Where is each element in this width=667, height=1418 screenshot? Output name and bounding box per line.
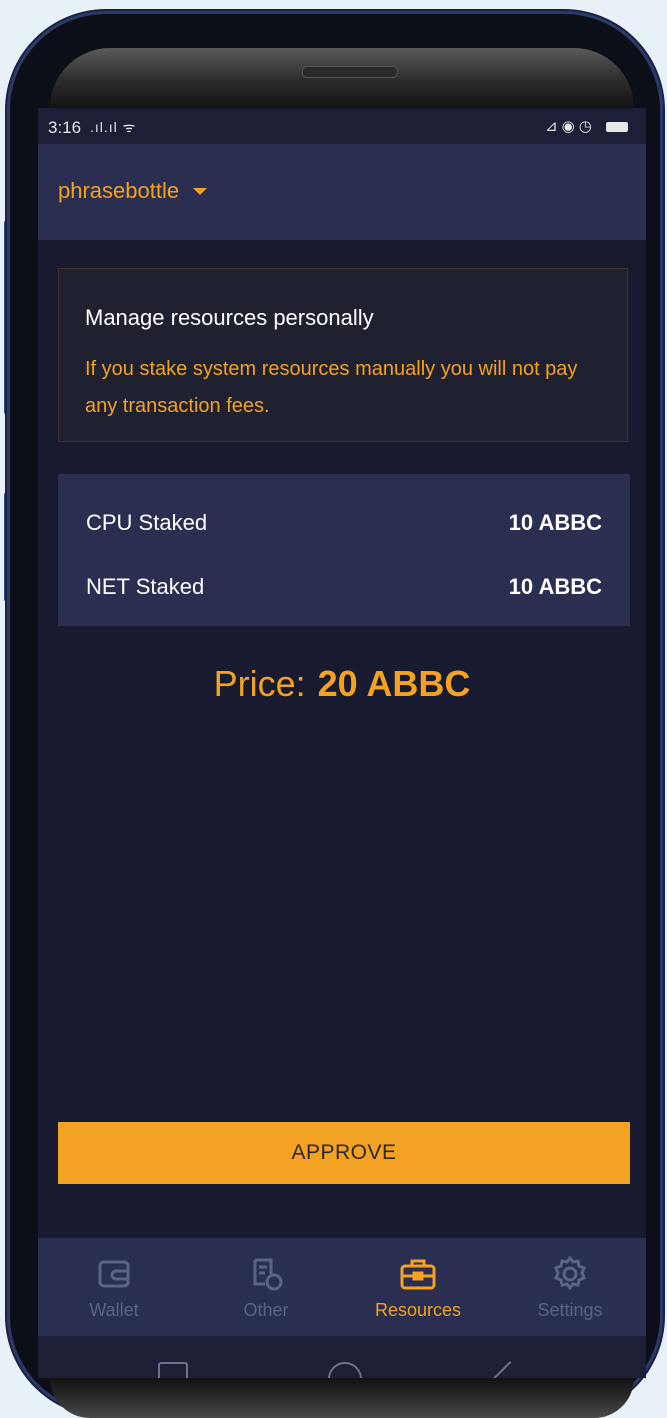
briefcase-icon bbox=[400, 1259, 436, 1290]
app-header: phrasebottle bbox=[38, 144, 646, 240]
recents-icon[interactable] bbox=[158, 1362, 188, 1378]
price-display: Price: 20 ABBC bbox=[38, 663, 646, 705]
stake-card: CPU Staked 10 ABBC NET Staked 10 ABBC bbox=[58, 474, 630, 626]
tab-label: Wallet bbox=[89, 1300, 139, 1320]
screen: 3:16 .ıl.ıl ᯤ ⊿◉◷ phrasebottle Manage re… bbox=[38, 108, 646, 1378]
status-icons: ⊿◉◷ bbox=[545, 117, 628, 135]
bottom-tab-bar: Wallet Other Resources Settings bbox=[38, 1238, 646, 1336]
speaker-grille bbox=[302, 66, 398, 78]
info-description: If you stake system resources manually y… bbox=[85, 358, 578, 417]
bottom-bezel bbox=[50, 1378, 634, 1418]
tab-resources[interactable]: Resources bbox=[342, 1238, 494, 1336]
tab-label: Resources bbox=[374, 1300, 462, 1320]
status-indicator-icons: ⊿◉◷ bbox=[545, 118, 596, 135]
account-name: phrasebottle bbox=[58, 178, 180, 203]
stake-label: NET Staked bbox=[86, 574, 205, 599]
chevron-down-icon bbox=[193, 187, 208, 195]
system-nav-bar bbox=[38, 1336, 646, 1378]
tab-other[interactable]: Other bbox=[190, 1238, 342, 1336]
status-bar: 3:16 .ıl.ıl ᯤ ⊿◉◷ bbox=[38, 108, 646, 144]
top-bezel bbox=[50, 48, 634, 108]
price-amount: 20 ABBC bbox=[317, 663, 471, 704]
account-selector[interactable]: phrasebottle bbox=[58, 178, 208, 204]
battery-icon bbox=[606, 122, 628, 133]
stake-label: CPU Staked bbox=[86, 510, 208, 535]
price-label: Price: bbox=[213, 663, 306, 704]
info-title: Manage resources personally bbox=[85, 305, 374, 330]
stake-row-net: NET Staked 10 ABBC bbox=[86, 574, 602, 600]
back-icon[interactable] bbox=[493, 1361, 527, 1378]
info-card: Manage resources personally If you stake… bbox=[58, 268, 628, 442]
approve-button[interactable]: APPROVE bbox=[58, 1122, 630, 1184]
other-icon bbox=[253, 1258, 283, 1291]
tab-settings[interactable]: Settings bbox=[494, 1238, 646, 1336]
wallet-icon bbox=[98, 1260, 130, 1288]
stake-value: 10 ABBC bbox=[508, 574, 602, 599]
tab-label: Other bbox=[243, 1300, 289, 1320]
phone-frame: 3:16 .ıl.ıl ᯤ ⊿◉◷ phrasebottle Manage re… bbox=[10, 14, 660, 1418]
stake-value: 10 ABBC bbox=[508, 510, 602, 535]
stake-row-cpu: CPU Staked 10 ABBC bbox=[86, 510, 602, 536]
tab-label: Settings bbox=[537, 1300, 603, 1320]
gear-icon bbox=[554, 1255, 586, 1291]
signal-icon: .ıl.ıl ᯤ bbox=[90, 119, 137, 135]
status-time: 3:16 bbox=[48, 118, 82, 137]
home-icon[interactable] bbox=[328, 1362, 362, 1378]
tab-wallet[interactable]: Wallet bbox=[38, 1238, 190, 1336]
